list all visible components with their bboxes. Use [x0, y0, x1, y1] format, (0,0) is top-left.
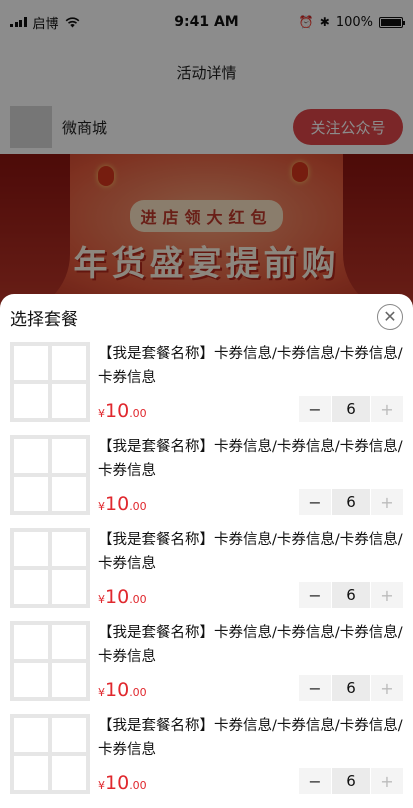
package-price: ¥10.00 [98, 772, 147, 794]
package-name: 【我是套餐名称】卡券信息/卡券信息/卡券信息/卡券信息 [98, 346, 403, 386]
decrease-button[interactable]: − [299, 768, 331, 794]
package-item[interactable]: 【我是套餐名称】卡券信息/卡券信息/卡券信息/卡券信息 ¥10.00 − 6 + [10, 712, 403, 805]
package-body: 【我是套餐名称】卡券信息/卡券信息/卡券信息/卡券信息 ¥10.00 − 6 + [98, 621, 403, 701]
package-name: 【我是套餐名称】卡券信息/卡券信息/卡券信息/卡券信息 [98, 718, 403, 758]
package-thumbnail [10, 621, 90, 701]
package-name: 【我是套餐名称】卡券信息/卡券信息/卡券信息/卡券信息 [98, 439, 403, 479]
package-price: ¥10.00 [98, 493, 147, 515]
quantity-value[interactable]: 6 [332, 675, 370, 701]
close-icon[interactable]: ✕ [377, 304, 403, 330]
package-sheet: 选择套餐 ✕ 【我是套餐名称】卡券信息/卡券信息/卡券信息/卡券信息 ¥10.0… [0, 294, 413, 808]
package-thumbnail [10, 528, 90, 608]
package-thumbnail [10, 714, 90, 794]
package-price: ¥10.00 [98, 679, 147, 701]
quantity-value[interactable]: 6 [332, 396, 370, 422]
package-thumbnail [10, 342, 90, 422]
package-item[interactable]: 【我是套餐名称】卡券信息/卡券信息/卡券信息/卡券信息 ¥10.00 − 6 + [10, 619, 403, 712]
quantity-stepper: − 6 + [299, 396, 403, 422]
package-price: ¥10.00 [98, 400, 147, 422]
quantity-stepper: − 6 + [299, 489, 403, 515]
screen: 启博 9:41 AM ⏰ ✱ 100% 活动详情 微商城 关注公众号 进店领大红… [0, 0, 413, 808]
decrease-button[interactable]: − [299, 675, 331, 701]
package-body: 【我是套餐名称】卡券信息/卡券信息/卡券信息/卡券信息 ¥10.00 − 6 + [98, 342, 403, 422]
quantity-stepper: − 6 + [299, 768, 403, 794]
increase-button[interactable]: + [371, 489, 403, 515]
quantity-value[interactable]: 6 [332, 582, 370, 608]
sheet-title: 选择套餐 [10, 309, 78, 330]
package-price: ¥10.00 [98, 586, 147, 608]
package-body: 【我是套餐名称】卡券信息/卡券信息/卡券信息/卡券信息 ¥10.00 − 6 + [98, 435, 403, 515]
increase-button[interactable]: + [371, 396, 403, 422]
package-body: 【我是套餐名称】卡券信息/卡券信息/卡券信息/卡券信息 ¥10.00 − 6 + [98, 714, 403, 794]
quantity-stepper: − 6 + [299, 675, 403, 701]
increase-button[interactable]: + [371, 675, 403, 701]
quantity-stepper: − 6 + [299, 582, 403, 608]
quantity-value[interactable]: 6 [332, 489, 370, 515]
package-name: 【我是套餐名称】卡券信息/卡券信息/卡券信息/卡券信息 [98, 532, 403, 572]
package-list: 【我是套餐名称】卡券信息/卡券信息/卡券信息/卡券信息 ¥10.00 − 6 +… [0, 340, 413, 805]
increase-button[interactable]: + [371, 582, 403, 608]
quantity-value[interactable]: 6 [332, 768, 370, 794]
package-item[interactable]: 【我是套餐名称】卡券信息/卡券信息/卡券信息/卡券信息 ¥10.00 − 6 + [10, 340, 403, 433]
package-item[interactable]: 【我是套餐名称】卡券信息/卡券信息/卡券信息/卡券信息 ¥10.00 − 6 + [10, 526, 403, 619]
decrease-button[interactable]: − [299, 396, 331, 422]
decrease-button[interactable]: − [299, 489, 331, 515]
increase-button[interactable]: + [371, 768, 403, 794]
package-item[interactable]: 【我是套餐名称】卡券信息/卡券信息/卡券信息/卡券信息 ¥10.00 − 6 + [10, 433, 403, 526]
package-thumbnail [10, 435, 90, 515]
package-body: 【我是套餐名称】卡券信息/卡券信息/卡券信息/卡券信息 ¥10.00 − 6 + [98, 528, 403, 608]
sheet-header: 选择套餐 ✕ [0, 294, 413, 340]
decrease-button[interactable]: − [299, 582, 331, 608]
package-name: 【我是套餐名称】卡券信息/卡券信息/卡券信息/卡券信息 [98, 625, 403, 665]
